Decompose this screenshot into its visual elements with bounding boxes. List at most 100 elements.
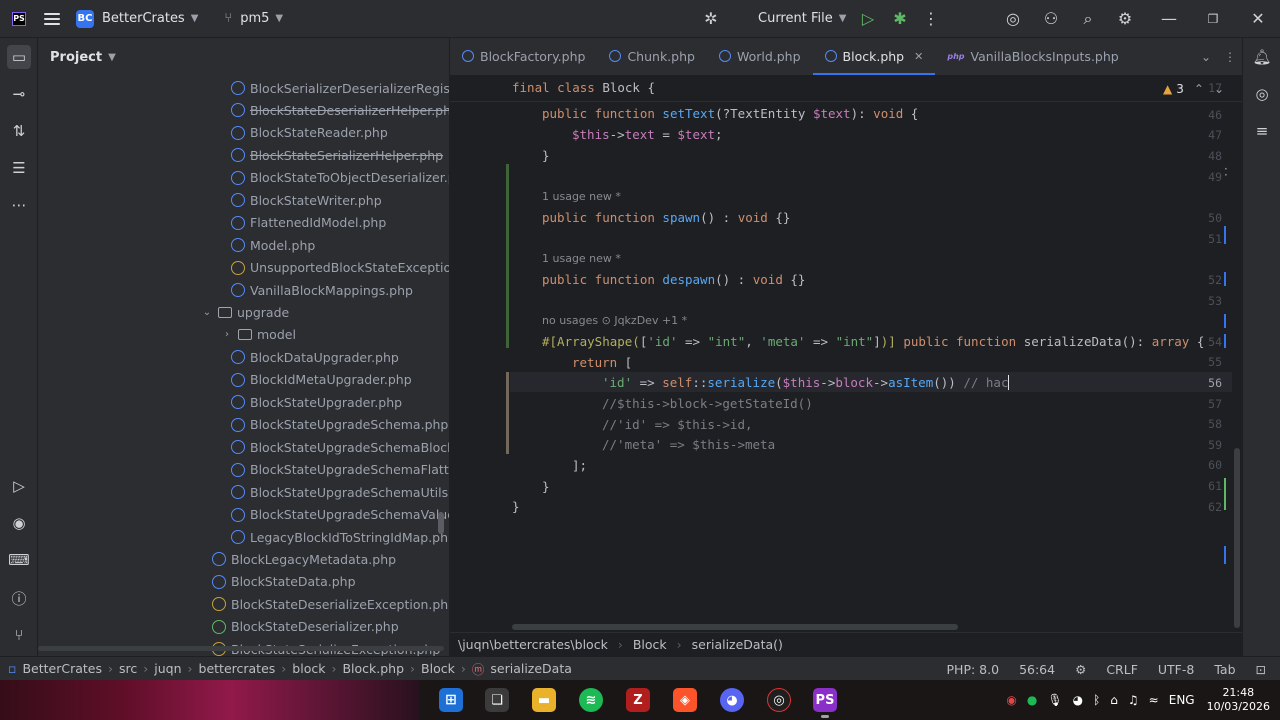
tree-file[interactable]: BlockStateUpgrader.php <box>231 391 402 413</box>
path-item[interactable]: juqn <box>154 661 181 676</box>
settings-gear-icon[interactable]: ⚙ <box>1108 0 1142 38</box>
tree-file[interactable]: Model.php <box>231 234 315 256</box>
code-line-47[interactable]: $this->text = $text; <box>572 127 723 142</box>
maximize-icon[interactable]: ❐ <box>1196 0 1230 38</box>
terminal-icon[interactable]: ⌨ <box>7 548 31 572</box>
tree-file[interactable]: VanillaBlockMappings.php <box>231 279 413 301</box>
php-version[interactable]: PHP: 8.0 <box>947 662 1000 677</box>
main-menu-icon[interactable] <box>44 12 60 25</box>
tor-browser-icon[interactable]: ◎ <box>767 688 791 712</box>
clock[interactable]: 21:48 10/03/2026 <box>1207 686 1270 714</box>
error-stripe-marker[interactable] <box>1224 546 1226 564</box>
code-line-58[interactable]: //'id' => $this->id, <box>602 417 753 432</box>
notifications-bell-icon[interactable]: 🔔︎ <box>1250 45 1274 69</box>
read-only-lock-icon[interactable]: ⊡ <box>1256 662 1266 677</box>
usage-hint[interactable]: 1 usage new * <box>542 252 621 265</box>
chevron-down-icon[interactable]: ⌄ <box>200 307 214 318</box>
project-switcher[interactable]: BC BetterCrates ▼ <box>76 0 198 38</box>
tree-file[interactable]: BlockStateUpgradeSchema.php <box>231 414 448 436</box>
breadcrumb-namespace[interactable]: \juqn\bettercrates\block <box>458 637 608 652</box>
error-stripe-marker[interactable] <box>1224 334 1226 348</box>
inspection-widget[interactable]: ▲ 3 ⌃ ⌄ <box>1163 82 1224 96</box>
code-line-46[interactable]: public function setText(?TextEntity $tex… <box>542 106 918 121</box>
breadcrumb-method[interactable]: serializeData() <box>692 637 783 652</box>
input-language[interactable]: ENG <box>1169 693 1195 707</box>
tree-file[interactable]: UnsupportedBlockStateException <box>231 257 449 279</box>
path-item[interactable]: serializeData <box>490 661 572 676</box>
path-item[interactable]: BetterCrates <box>22 661 102 676</box>
services-icon[interactable]: ◉ <box>7 511 31 535</box>
line-separator[interactable]: CRLF <box>1106 662 1138 677</box>
code-line-62[interactable]: } <box>512 499 520 514</box>
breadcrumb-class[interactable]: Block <box>633 637 667 652</box>
next-highlight-icon[interactable]: ⌄ <box>1214 82 1224 96</box>
tab-list-chevron-icon[interactable]: ⌄ <box>1194 50 1218 64</box>
search-icon[interactable]: ⌕ <box>1071 0 1105 38</box>
code-line-55[interactable]: return [ <box>572 355 632 370</box>
close-icon[interactable]: ✕ <box>1241 0 1275 38</box>
error-stripe-marker[interactable] <box>1224 226 1226 244</box>
path-item[interactable]: block <box>292 661 325 676</box>
spotify-icon[interactable]: ≋ <box>579 688 603 712</box>
minimize-icon[interactable]: — <box>1152 0 1186 38</box>
path-item[interactable]: bettercrates <box>199 661 276 676</box>
add-user-icon[interactable]: ⚇ <box>1034 0 1068 38</box>
tray-network-icon[interactable]: ⌂ <box>1110 693 1118 707</box>
more-actions-icon[interactable]: ⋮ <box>914 0 948 38</box>
tree-file[interactable]: BlockIdMetaUpgrader.php <box>231 369 412 391</box>
tab-world[interactable]: World.php <box>707 37 813 75</box>
tree-file[interactable]: BlockLegacyMetadata.php <box>212 548 396 570</box>
tree-file[interactable]: BlockSerializerDeserializerRegistra <box>231 77 449 99</box>
project-folder-icon[interactable]: ▭ <box>7 45 31 69</box>
error-stripe-dots[interactable]: · · <box>1224 163 1228 181</box>
code-style-icon[interactable]: ⚙ <box>1075 662 1086 677</box>
more-tools-icon[interactable]: ⋯ <box>7 193 31 217</box>
code-line-48[interactable]: } <box>542 148 550 163</box>
code-line-50[interactable]: public function spawn() : void {} <box>542 210 790 225</box>
discord-icon[interactable]: ◕ <box>720 688 744 712</box>
task-view-icon[interactable]: ❏ <box>485 688 509 712</box>
cursor-position[interactable]: 56:64 <box>1019 662 1055 677</box>
tree-folder[interactable]: › model <box>220 324 296 346</box>
code-line-60[interactable]: ]; <box>572 458 587 473</box>
error-stripe-marker[interactable] <box>1224 272 1226 286</box>
tree-file[interactable]: BlockStateDeserializerHelper.php <box>231 99 449 121</box>
filezilla-icon[interactable]: Z <box>626 688 650 712</box>
code-line-61[interactable]: } <box>542 479 550 494</box>
code-line-59[interactable]: //'meta' => $this->meta <box>602 437 775 452</box>
tray-bluetooth-icon[interactable]: ᛒ <box>1093 693 1100 707</box>
tree-file[interactable]: BlockStateUpgradeSchemaUtils.pl <box>231 481 449 503</box>
tab-more-icon[interactable]: ⋮ <box>1218 50 1242 64</box>
tree-file[interactable]: BlockStateData.php <box>212 571 356 593</box>
error-stripe-marker[interactable] <box>1224 478 1226 510</box>
debug-bug-icon[interactable]: ✲ <box>694 0 728 38</box>
problems-icon[interactable]: ⓘ <box>7 586 31 610</box>
close-tab-icon[interactable]: ✕ <box>914 50 923 63</box>
tab-chunk[interactable]: Chunk.php <box>597 37 707 75</box>
error-stripe-marker[interactable] <box>1224 314 1226 328</box>
tree-file[interactable]: BlockStateUpgradeSchemaValueR <box>231 504 449 526</box>
usage-hint[interactable]: 1 usage new * <box>542 190 621 203</box>
tree-file[interactable]: BlockStateSerializerHelper.php <box>231 144 443 166</box>
code-line-56[interactable]: 'id' => self::serialize($this->block->as… <box>602 375 1010 390</box>
code-line-54[interactable]: #[ArrayShape(['id' => "int", 'meta' => "… <box>542 334 1204 349</box>
ai-assistant-icon[interactable]: ◎ <box>996 0 1030 38</box>
tray-app-icon[interactable]: ◉ <box>1006 693 1016 707</box>
tree-file[interactable]: BlockStateUpgradeSchemaFlatten <box>231 459 449 481</box>
git-icon[interactable]: ⑂ <box>7 623 31 647</box>
tree-folder[interactable]: ⌄ upgrade <box>200 302 289 324</box>
editor-v-scrollbar[interactable] <box>1234 448 1240 628</box>
vcs-added-marker[interactable] <box>506 164 509 348</box>
tree-file[interactable]: BlockStateToObjectDeserializer.ph <box>231 167 449 189</box>
tray-microphone-icon[interactable]: 🎙︎ <box>1047 693 1062 707</box>
phpstorm-taskbar-icon[interactable]: PS <box>813 688 837 718</box>
file-encoding[interactable]: UTF-8 <box>1158 662 1194 677</box>
commit-icon[interactable]: ⊸ <box>7 82 31 106</box>
pull-requests-icon[interactable]: ⇅ <box>7 119 31 143</box>
tree-file[interactable]: BlockDataUpgrader.php <box>231 346 399 368</box>
debug-icon[interactable]: ✱ <box>883 0 917 38</box>
ai-chat-icon[interactable]: ◎ <box>1250 82 1274 106</box>
run-icon[interactable]: ▷ <box>851 0 885 38</box>
chevron-right-icon[interactable]: › <box>220 329 234 340</box>
tree-file[interactable]: FlattenedIdModel.php <box>231 212 386 234</box>
